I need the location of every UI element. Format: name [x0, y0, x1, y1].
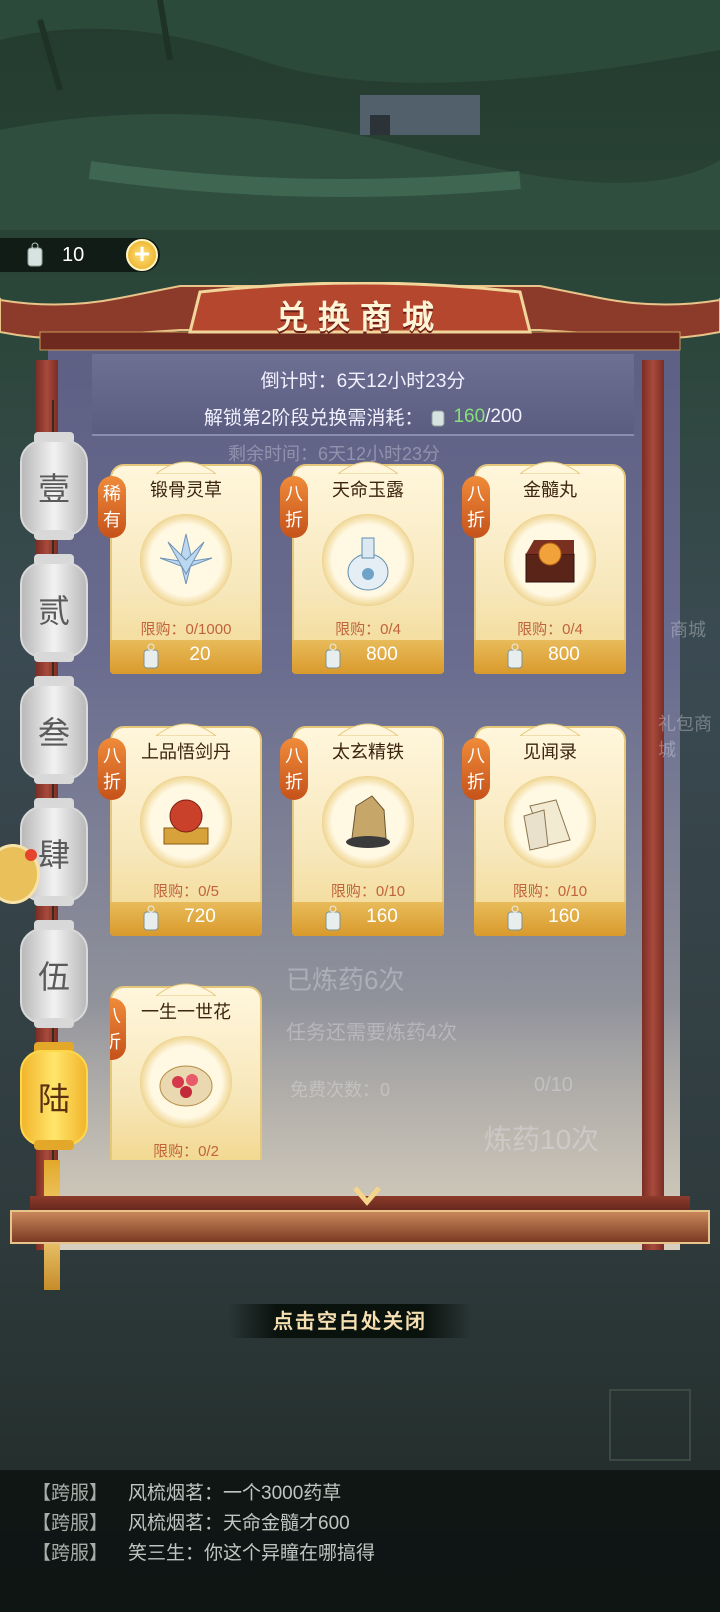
- chat-message: 【跨服】 风梳烟茗：天命金髓才600: [32, 1508, 350, 1535]
- sword-pill-icon: [140, 776, 232, 868]
- tab-2[interactable]: 贰: [20, 552, 88, 662]
- unlock-total: /200: [485, 405, 523, 427]
- ghost-task: 任务还需要炼药4次: [286, 1022, 458, 1044]
- tab-3[interactable]: 叁: [20, 674, 88, 784]
- ghost-count: 0/10: [534, 1074, 573, 1096]
- shop-item-card[interactable]: 见闻录 八折 限购：0/10 160: [462, 720, 626, 936]
- chat-text: 风梳烟茗：天命金髓才600: [128, 1513, 350, 1534]
- item-limit: 限购：0/4: [335, 621, 401, 638]
- tab-1[interactable]: 壹: [20, 430, 88, 540]
- item-badge: 八折: [462, 476, 490, 538]
- shop-item-card[interactable]: 锻骨灵草 稀有 限购：0/1000 20: [98, 458, 262, 674]
- card-crest: [520, 723, 580, 736]
- jade-token-icon: [27, 242, 43, 267]
- unlock-prefix: 解锁第2阶段兑换需消耗：: [203, 408, 424, 429]
- chat-message: 【跨服】 风梳烟茗：一个3000药草: [32, 1478, 341, 1505]
- flower-basket-icon: [140, 1036, 232, 1128]
- tab-label: 叁: [37, 714, 70, 752]
- item-name: 太玄精铁: [332, 742, 404, 762]
- ghost-shop: 商城: [670, 620, 706, 640]
- iron-ore-icon: [322, 776, 414, 868]
- item-limit: 限购：0/10: [512, 883, 588, 900]
- right-pillar: [642, 360, 664, 1250]
- item-limit: 限购：0/2: [153, 1143, 219, 1160]
- notification-dot: [25, 849, 37, 861]
- item-limit: 限购：0/1000: [140, 621, 232, 638]
- item-name: 金髓丸: [523, 480, 577, 500]
- chat-text: 笑三生：你这个异瞳在哪搞得: [128, 1543, 376, 1564]
- item-badge: 稀有: [98, 476, 126, 538]
- item-limit: 限购：0/5: [153, 883, 219, 900]
- item-badge: 八折: [98, 738, 126, 800]
- chat-channel: 【跨服】: [32, 1483, 109, 1504]
- tab-5[interactable]: 伍: [20, 918, 88, 1028]
- chat-channel: 【跨服】: [32, 1543, 109, 1564]
- card-crest: [338, 461, 398, 474]
- shop-item-card[interactable]: 上品悟剑丹 八折 限购：0/5 720: [98, 720, 262, 936]
- item-badge: 八折: [110, 998, 126, 1060]
- bone-herb-icon: [140, 514, 232, 606]
- chat-message: 【跨服】 笑三生：你这个异瞳在哪搞得: [32, 1538, 375, 1565]
- shop-item-card[interactable]: 太玄精铁 八折 限购：0/10 160: [280, 720, 444, 936]
- item-price: 20: [189, 644, 211, 665]
- tab-label: 陆: [37, 1080, 70, 1118]
- shop-title: 兑换商城: [275, 298, 444, 336]
- card-crest: [156, 723, 216, 736]
- item-name: 天命玉露: [332, 480, 404, 500]
- item-price: 160: [366, 906, 398, 927]
- unlock-current: 160: [453, 405, 486, 427]
- countdown-text: 倒计时：6天12小时23分: [260, 371, 466, 392]
- currency-bar: 10 +: [0, 238, 160, 272]
- jade-dew-vase-icon: [322, 514, 414, 606]
- item-price: 720: [184, 906, 216, 927]
- panel-beam: [10, 1210, 710, 1244]
- ghost-gift: 礼包商城: [658, 714, 712, 760]
- item-badge: 八折: [280, 476, 308, 538]
- close-hint[interactable]: 点击空白处关闭: [228, 1304, 472, 1338]
- item-name: 锻骨灵草: [150, 480, 222, 500]
- ghost-free: 免费次数：0: [290, 1080, 391, 1100]
- item-price: 800: [548, 644, 580, 665]
- card-crest: [156, 461, 216, 474]
- currency-amount: 10: [62, 243, 85, 266]
- card-crest: [156, 983, 216, 996]
- chat-panel[interactable]: 【跨服】 风梳烟茗：一个3000药草 【跨服】 风梳烟茗：天命金髓才600 【跨服】…: [0, 1470, 720, 1612]
- jade-token-icon: [431, 410, 445, 426]
- card-crest: [520, 461, 580, 474]
- item-name: 一生一世花: [141, 1002, 231, 1022]
- item-price: 160: [548, 906, 580, 927]
- unlock-requirement: 解锁第2阶段兑换需消耗： 160 /200: [92, 403, 634, 430]
- chevron-down-icon[interactable]: [352, 1184, 382, 1206]
- tab-label: 伍: [37, 958, 70, 996]
- item-limit: 限购：0/4: [517, 621, 583, 638]
- shop-item-card[interactable]: 金髓丸 八折 限购：0/4 800: [462, 458, 626, 674]
- add-currency-button[interactable]: +: [126, 239, 158, 271]
- item-limit: 限购：0/10: [330, 883, 406, 900]
- shop-item-card[interactable]: 一生一世花 八折 限购：0/2: [110, 980, 262, 1160]
- item-price: 800: [366, 644, 398, 665]
- item-name: 上品悟剑丹: [141, 742, 231, 762]
- chat-channel: 【跨服】: [32, 1513, 109, 1534]
- item-name: 见闻录: [523, 742, 577, 762]
- golden-pill-chest-icon: [504, 514, 596, 606]
- item-badge: 八折: [462, 738, 490, 800]
- book-scroll-icon: [504, 776, 596, 868]
- shop-item-card[interactable]: 天命玉露 八折 限购：0/4 800: [280, 458, 444, 674]
- tab-6[interactable]: 陆: [20, 1040, 88, 1150]
- ghost-brewed: 已炼药6次: [286, 965, 405, 995]
- item-badge: 八折: [280, 738, 308, 800]
- card-crest: [338, 723, 398, 736]
- chat-text: 风梳烟茗：一个3000药草: [128, 1483, 342, 1504]
- tab-label: 贰: [37, 592, 70, 630]
- ghost-brew10: 炼药10次: [484, 1124, 600, 1155]
- tab-label: 壹: [37, 470, 70, 508]
